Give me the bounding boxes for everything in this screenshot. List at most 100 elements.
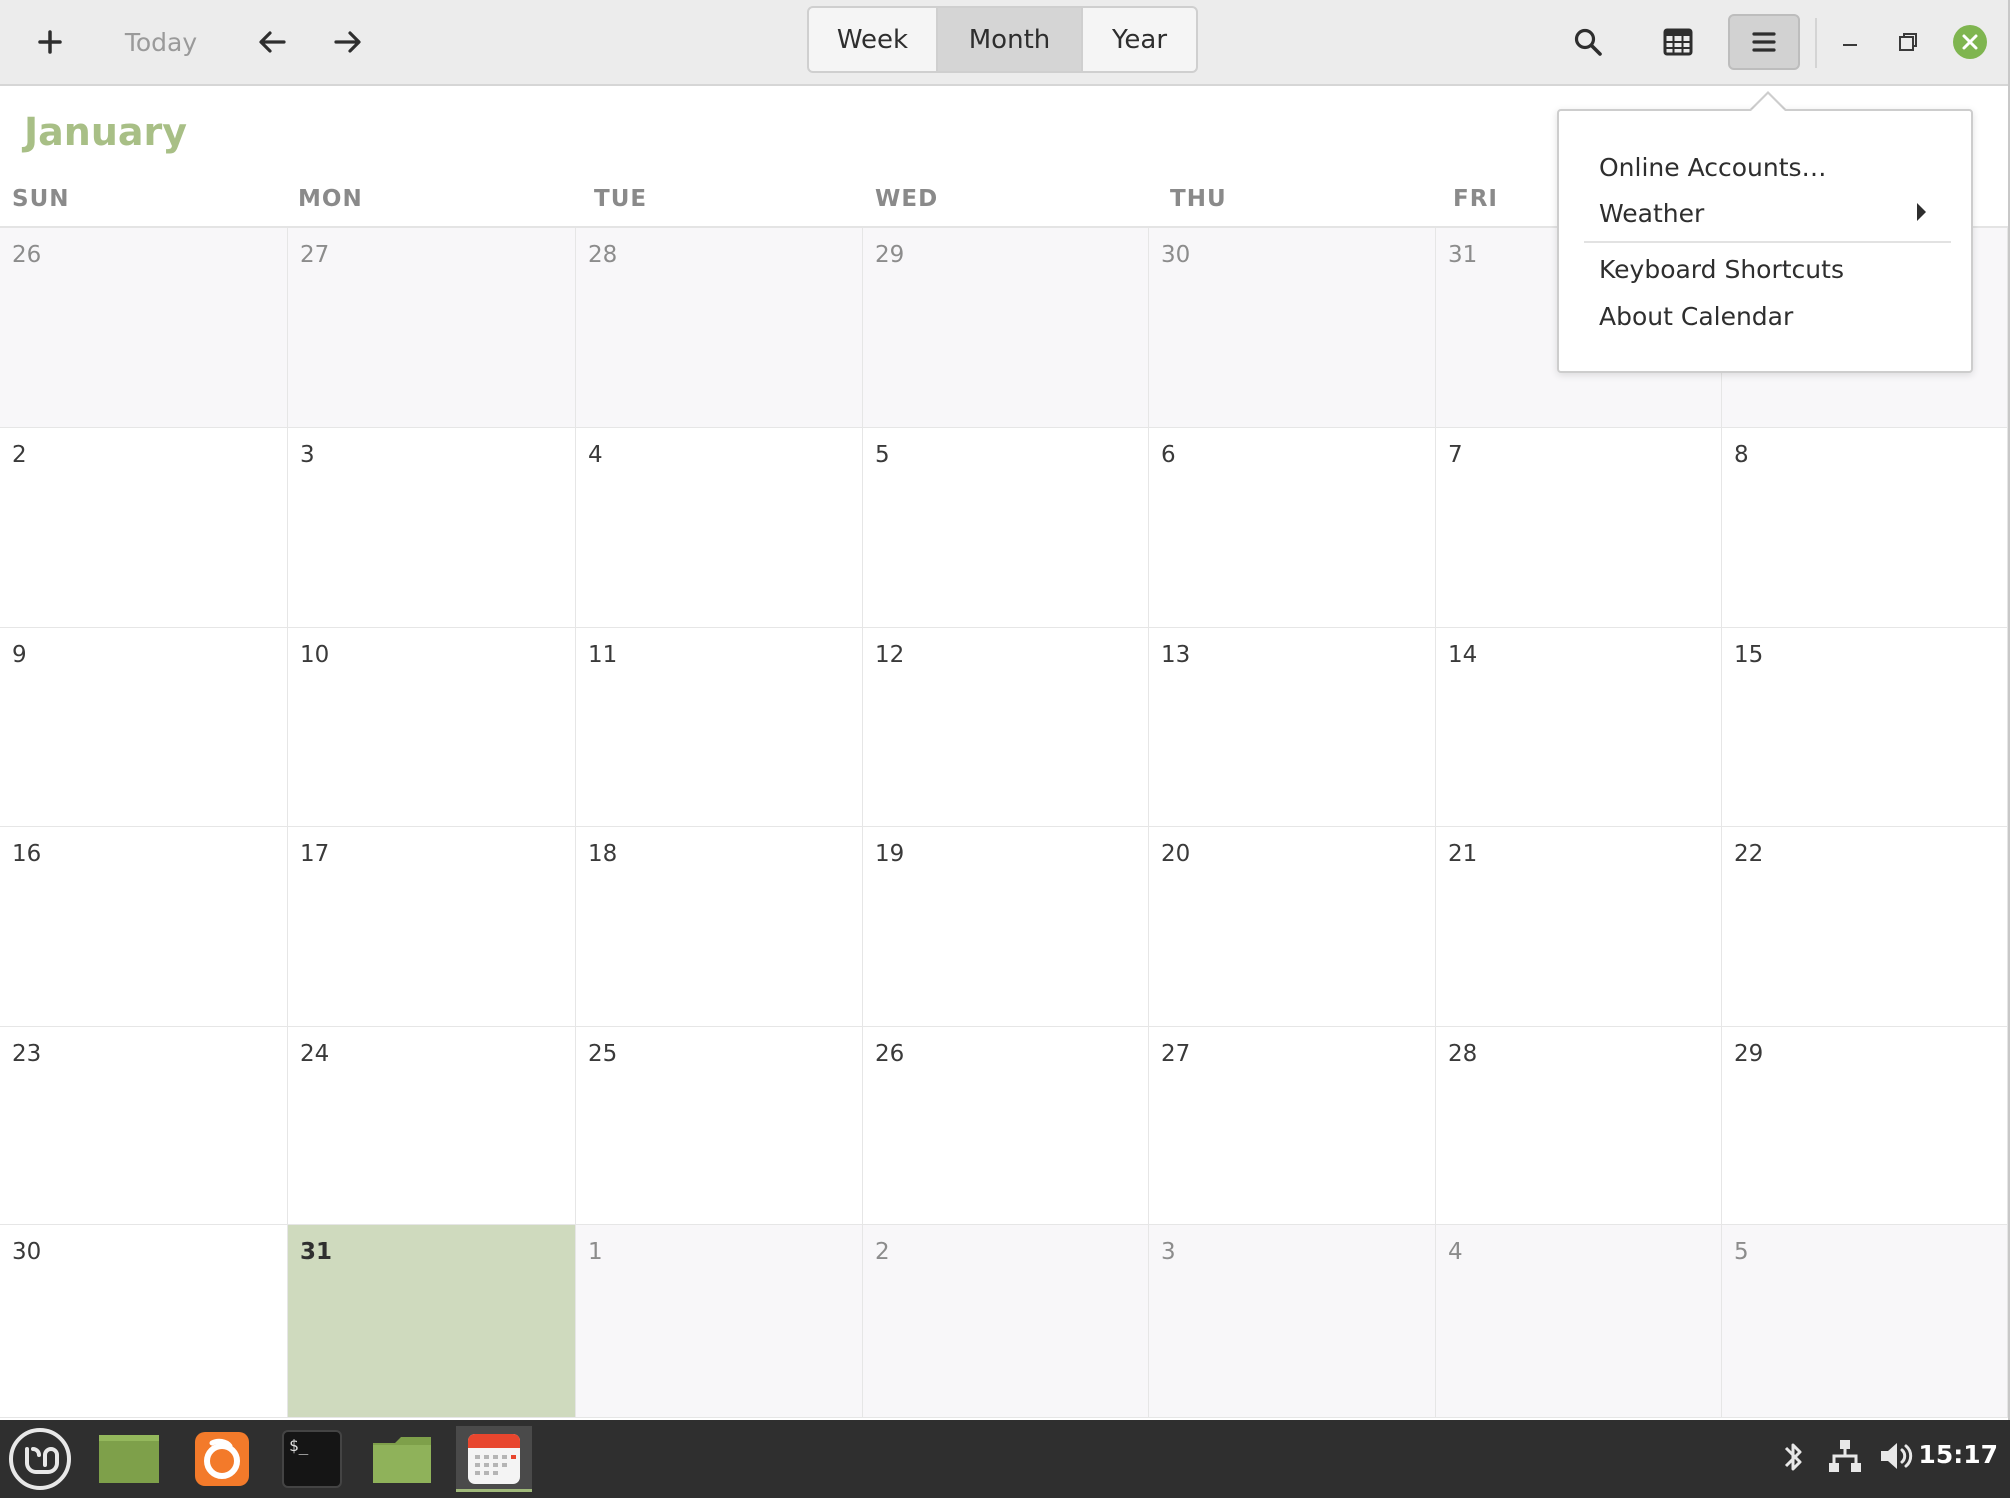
day-number: 16 [12,841,42,867]
day-cell[interactable]: 29 [863,228,1149,428]
day-cell[interactable]: 15 [1722,628,2008,827]
bluetooth-icon[interactable] [1780,1438,1806,1480]
day-cell[interactable]: 13 [1149,628,1436,827]
day-cell[interactable]: 2 [863,1225,1149,1418]
day-cell[interactable]: 8 [1722,428,2008,628]
day-cell[interactable]: 25 [576,1027,863,1225]
day-cell[interactable]: 23 [0,1027,288,1225]
day-cell[interactable]: 16 [0,827,288,1027]
mint-menu-button[interactable] [4,1426,76,1492]
day-cell[interactable]: 4 [576,428,863,628]
day-cell[interactable]: 9 [0,628,288,827]
today-button[interactable]: Today [110,14,212,70]
menu-item-online-accounts[interactable]: Online Accounts… [1599,153,1827,182]
day-cell[interactable]: 20 [1149,827,1436,1027]
terminal-launcher[interactable]: $_ [276,1426,348,1492]
day-number: 30 [1161,242,1191,268]
day-number: 29 [1734,1041,1764,1067]
search-button[interactable] [1560,14,1616,70]
day-cell[interactable]: 30 [0,1225,288,1418]
day-number: 27 [1161,1041,1191,1067]
close-button[interactable] [1948,14,1992,70]
previous-button[interactable] [244,14,300,70]
menu-item-keyboard-shortcuts[interactable]: Keyboard Shortcuts [1599,255,1844,284]
day-number: 21 [1448,841,1478,867]
minimize-button[interactable] [1830,14,1870,70]
month-grid: 26 27 28 29 30 31 2 3 4 5 6 7 8 9 10 11 12 13 14 15 16 17 18 19… [0,228,2008,1418]
day-cell[interactable]: 19 [863,827,1149,1027]
hamburger-menu-icon [1752,32,1776,52]
files-launcher[interactable] [366,1426,438,1492]
day-cell[interactable]: 27 [1149,1027,1436,1225]
day-number: 3 [300,442,315,468]
menu-item-about-calendar[interactable]: About Calendar [1599,302,1793,331]
day-cell[interactable]: 10 [288,628,576,827]
day-cell[interactable]: 12 [863,628,1149,827]
day-cell[interactable]: 4 [1436,1225,1722,1418]
menu-item-weather-label: Weather [1599,199,1705,228]
day-number: 28 [1448,1041,1478,1067]
day-cell[interactable]: 2 [0,428,288,628]
calendar-management-button[interactable] [1650,14,1706,70]
day-cell[interactable]: 29 [1722,1027,2008,1225]
day-number: 15 [1734,642,1764,668]
week-view-button[interactable]: Week [809,8,938,71]
day-cell[interactable]: 24 [288,1027,576,1225]
volume-icon[interactable] [1878,1438,1914,1478]
day-number: 26 [875,1041,905,1067]
header-bar: Today Week Month Year [0,0,2008,86]
day-cell[interactable]: 30 [1149,228,1436,428]
day-cell[interactable]: 26 [863,1027,1149,1225]
year-view-button[interactable]: Year [1083,8,1196,71]
day-cell[interactable]: 28 [576,228,863,428]
day-cell[interactable]: 14 [1436,628,1722,827]
new-event-button[interactable] [20,14,80,70]
day-number: 23 [12,1041,42,1067]
day-cell[interactable]: 17 [288,827,576,1027]
day-cell[interactable]: 22 [1722,827,2008,1027]
day-cell[interactable]: 7 [1436,428,1722,628]
day-cell[interactable]: 5 [1722,1225,2008,1418]
day-cell-today[interactable]: 31 [288,1225,576,1418]
day-number: 29 [875,242,905,268]
day-number: 17 [300,841,330,867]
day-number: 18 [588,841,618,867]
day-cell[interactable]: 3 [288,428,576,628]
month-view-button[interactable]: Month [938,8,1083,71]
firefox-launcher[interactable] [186,1426,258,1492]
day-cell[interactable]: 28 [1436,1027,1722,1225]
view-switcher: Week Month Year [807,6,1198,73]
arrow-left-icon [259,31,286,53]
main-menu-button[interactable] [1728,14,1800,70]
day-cell[interactable]: 27 [288,228,576,428]
weekday-label: FRI [1453,186,1498,212]
day-number: 9 [12,642,27,668]
menu-item-weather[interactable]: Weather [1599,199,1929,228]
arrow-right-icon [334,31,361,53]
files-icon [373,1437,431,1483]
close-icon [1953,25,1987,59]
day-number: 31 [300,1239,333,1265]
firefox-icon [195,1432,249,1486]
day-cell[interactable]: 1 [576,1225,863,1418]
weekday-label: WED [875,186,939,212]
day-cell[interactable]: 6 [1149,428,1436,628]
day-number: 4 [588,442,603,468]
clock[interactable]: 15:17 [1918,1440,1998,1469]
network-icon[interactable] [1828,1438,1862,1478]
show-desktop-button[interactable] [93,1426,165,1492]
day-cell[interactable]: 21 [1436,827,1722,1027]
submenu-arrow-icon [1917,203,1926,221]
day-cell[interactable]: 3 [1149,1225,1436,1418]
day-number: 2 [12,442,27,468]
day-cell[interactable]: 11 [576,628,863,827]
day-cell[interactable]: 18 [576,827,863,1027]
day-cell[interactable]: 26 [0,228,288,428]
terminal-icon: $_ [282,1430,342,1488]
day-cell[interactable]: 5 [863,428,1149,628]
day-number: 6 [1161,442,1176,468]
maximize-button[interactable] [1888,14,1928,70]
popover-arrow-fill [1751,94,1785,111]
calendar-app-button[interactable] [456,1426,532,1492]
next-button[interactable] [320,14,376,70]
